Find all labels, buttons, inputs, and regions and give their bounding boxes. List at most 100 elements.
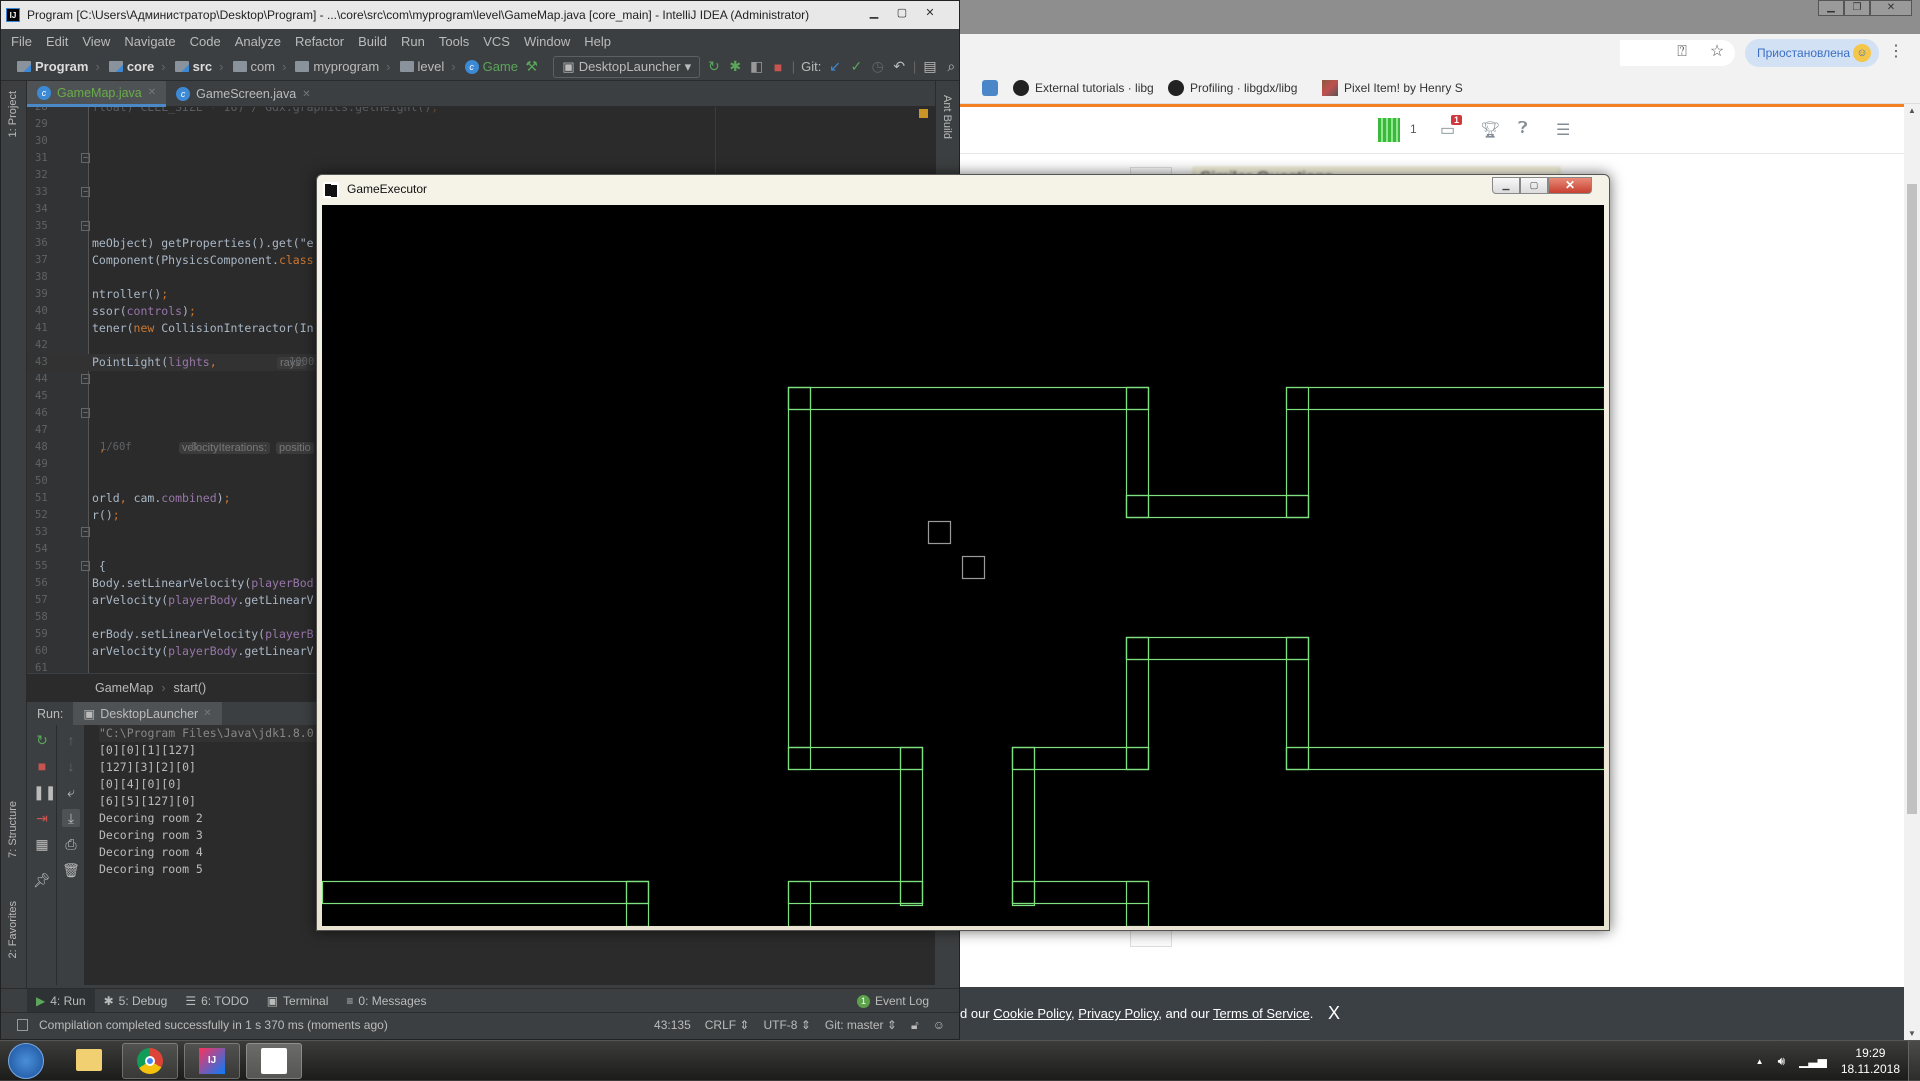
minimize-button[interactable]: ▁	[1818, 0, 1844, 16]
bookmark-chat[interactable]	[982, 80, 998, 96]
tool-tab-debug[interactable]: ✱ 5: Debug	[95, 989, 177, 1013]
minimize-button[interactable]: ▁	[861, 4, 887, 22]
inspector-icon[interactable]: ☺	[933, 1013, 945, 1037]
bookmark-item[interactable]: External tutorials · libg	[1013, 80, 1154, 96]
encoding-select[interactable]: UTF-8 ⇕	[763, 1013, 810, 1037]
menu-build[interactable]: Build	[358, 34, 387, 49]
rerun-icon[interactable]: ↻	[706, 58, 721, 75]
taskbar-intellij[interactable]: IJ	[184, 1043, 240, 1079]
tab-gamemap[interactable]: c GameMap.java ✕	[27, 81, 167, 107]
privacy-policy-link[interactable]: Privacy Policy	[1078, 1006, 1158, 1021]
line-separator-select[interactable]: CRLF ⇕	[705, 1013, 750, 1037]
code-line[interactable]: 29	[27, 116, 935, 133]
menu-analyze[interactable]: Analyze	[235, 34, 281, 49]
menu-refactor[interactable]: Refactor	[295, 34, 344, 49]
git-history-icon[interactable]: ◷	[870, 58, 885, 75]
fold-icon[interactable]: −	[81, 527, 90, 537]
rerun-icon[interactable]: ↻	[33, 731, 51, 749]
help-icon[interactable]: ❓︎	[1518, 120, 1528, 138]
achievement-avatar-icon[interactable]	[1378, 118, 1400, 142]
close-tab-icon[interactable]: ✕	[148, 87, 156, 98]
tool-tab-terminal[interactable]: ▣ Terminal	[258, 989, 338, 1013]
git-update-icon[interactable]: ↙	[827, 58, 842, 75]
network-icon[interactable]: ▁▃▅	[1799, 1054, 1827, 1068]
run-tab-desktoplauncher[interactable]: ▣ DesktopLauncher ✕	[73, 701, 222, 726]
search-icon[interactable]: ⌕	[944, 58, 959, 75]
layout-icon[interactable]: ▦	[33, 835, 51, 853]
code-line[interactable]: 28 float) CELL_SIZE * 16) / Gdx.graphics.…	[27, 107, 935, 116]
tool-tab-messages[interactable]: ≡ 0: Messages	[337, 989, 435, 1013]
nav-crumb-src[interactable]: src ›	[174, 59, 227, 74]
bookmark-item[interactable]: Pixel Item! by Henry S	[1322, 80, 1463, 96]
taskbar-game-executor[interactable]	[246, 1043, 302, 1079]
menu-window[interactable]: Window	[524, 34, 570, 49]
nav-crumb-myprogram[interactable]: myprogram ›	[295, 59, 393, 74]
coverage-icon[interactable]: ◧	[749, 58, 764, 75]
scrollbar-thumb[interactable]	[1907, 184, 1917, 814]
print-icon[interactable]: ⎙	[62, 835, 80, 853]
fold-icon[interactable]: −	[81, 221, 90, 231]
scroll-up-icon[interactable]: ▲	[1908, 106, 1916, 115]
nav-crumb-com[interactable]: com ›	[232, 59, 290, 74]
maximize-button[interactable]: ▢	[889, 4, 915, 22]
tool-window-project[interactable]: 1: Project	[7, 91, 19, 137]
close-tab-icon[interactable]: ✕	[302, 89, 310, 100]
vcs-branch-select[interactable]: Git: master ⇕	[825, 1013, 897, 1037]
console-output[interactable]: "C:\Program Files\Java\jdk1.8.0 [0][0][1]…	[99, 725, 334, 878]
scroll-to-end-icon[interactable]: ⤓	[62, 809, 80, 827]
soft-wrap-icon[interactable]: ⤶	[62, 783, 80, 801]
start-button[interactable]	[8, 1043, 44, 1079]
menu-code[interactable]: Code	[190, 34, 221, 49]
site-switcher-icon[interactable]: ☰	[1556, 120, 1570, 140]
caret-position[interactable]: 43:135	[654, 1013, 691, 1037]
tool-window-favorites[interactable]: 2: Favorites	[7, 901, 19, 958]
arrow-down-icon[interactable]: ↓	[62, 757, 80, 775]
code-line[interactable]: 31 −	[27, 150, 935, 167]
scroll-down-icon[interactable]: ▼	[1908, 1029, 1916, 1038]
nav-crumb-game-class[interactable]: c Game	[464, 59, 518, 74]
nav-crumb-core[interactable]: core ›	[108, 59, 169, 74]
close-button[interactable]: ✕	[1548, 177, 1592, 194]
show-hidden-icons[interactable]: ▲	[1756, 1057, 1764, 1066]
run-configuration-select[interactable]: ▣ DesktopLauncher ▾	[553, 55, 701, 78]
menu-edit[interactable]: Edit	[46, 34, 68, 49]
close-tab-icon[interactable]: ✕	[203, 708, 211, 719]
breadcrumb-method[interactable]: start()	[174, 681, 207, 695]
menu-view[interactable]: View	[82, 34, 110, 49]
status-message[interactable]: Compilation completed successfully in 1 …	[39, 1013, 388, 1037]
more-menu-icon[interactable]: ⋮	[1888, 42, 1904, 62]
taskbar-explorer[interactable]	[60, 1043, 116, 1079]
profile-button[interactable]: Приостановлена ☺	[1745, 39, 1879, 67]
debug-bug-icon[interactable]: ✱	[728, 58, 743, 75]
pin-icon[interactable]: 📌︎	[33, 871, 51, 889]
tab-gamescreen[interactable]: c GameScreen.java ✕	[166, 81, 320, 107]
fold-icon[interactable]: −	[81, 408, 90, 418]
trash-icon[interactable]: 🗑︎	[62, 861, 80, 879]
pause-icon[interactable]: ❚❚	[33, 783, 56, 801]
clock[interactable]: 19:29 18.11.2018	[1841, 1045, 1900, 1077]
tool-windows-toggle-icon[interactable]	[17, 1019, 28, 1031]
stop-icon[interactable]: ■	[33, 757, 51, 775]
fold-icon[interactable]: −	[81, 561, 90, 571]
menu-file[interactable]: File	[11, 34, 32, 49]
project-structure-icon[interactable]: ▤	[922, 58, 937, 75]
code-line[interactable]: 30	[27, 133, 935, 150]
git-commit-icon[interactable]: ✓	[849, 58, 864, 75]
fold-icon[interactable]: −	[81, 187, 90, 197]
fold-icon[interactable]: −	[81, 153, 90, 163]
page-scrollbar[interactable]: ▲ ▼	[1904, 104, 1920, 1040]
tool-window-structure[interactable]: 7: Structure	[7, 801, 19, 858]
tool-tab-todo[interactable]: ☰ 6: TODO	[176, 989, 257, 1013]
stop-icon[interactable]: ■	[770, 59, 785, 75]
tool-tab-run[interactable]: ▶ 4: Run	[27, 988, 95, 1013]
cookie-close-button[interactable]: X	[1328, 987, 1340, 1040]
build-hammer-icon[interactable]: ⚒	[524, 58, 539, 75]
git-revert-icon[interactable]: ↶	[891, 58, 906, 75]
minimize-button[interactable]: ▁	[1492, 177, 1520, 194]
arrow-up-icon[interactable]: ↑	[62, 731, 80, 749]
restore-button[interactable]: ❐	[1844, 0, 1870, 16]
fold-icon[interactable]: −	[81, 374, 90, 384]
taskbar-chrome[interactable]	[122, 1043, 178, 1079]
trophy-icon[interactable]: 🏆︎	[1480, 120, 1500, 140]
volume-icon[interactable]: 🔊︎	[1778, 1054, 1786, 1069]
